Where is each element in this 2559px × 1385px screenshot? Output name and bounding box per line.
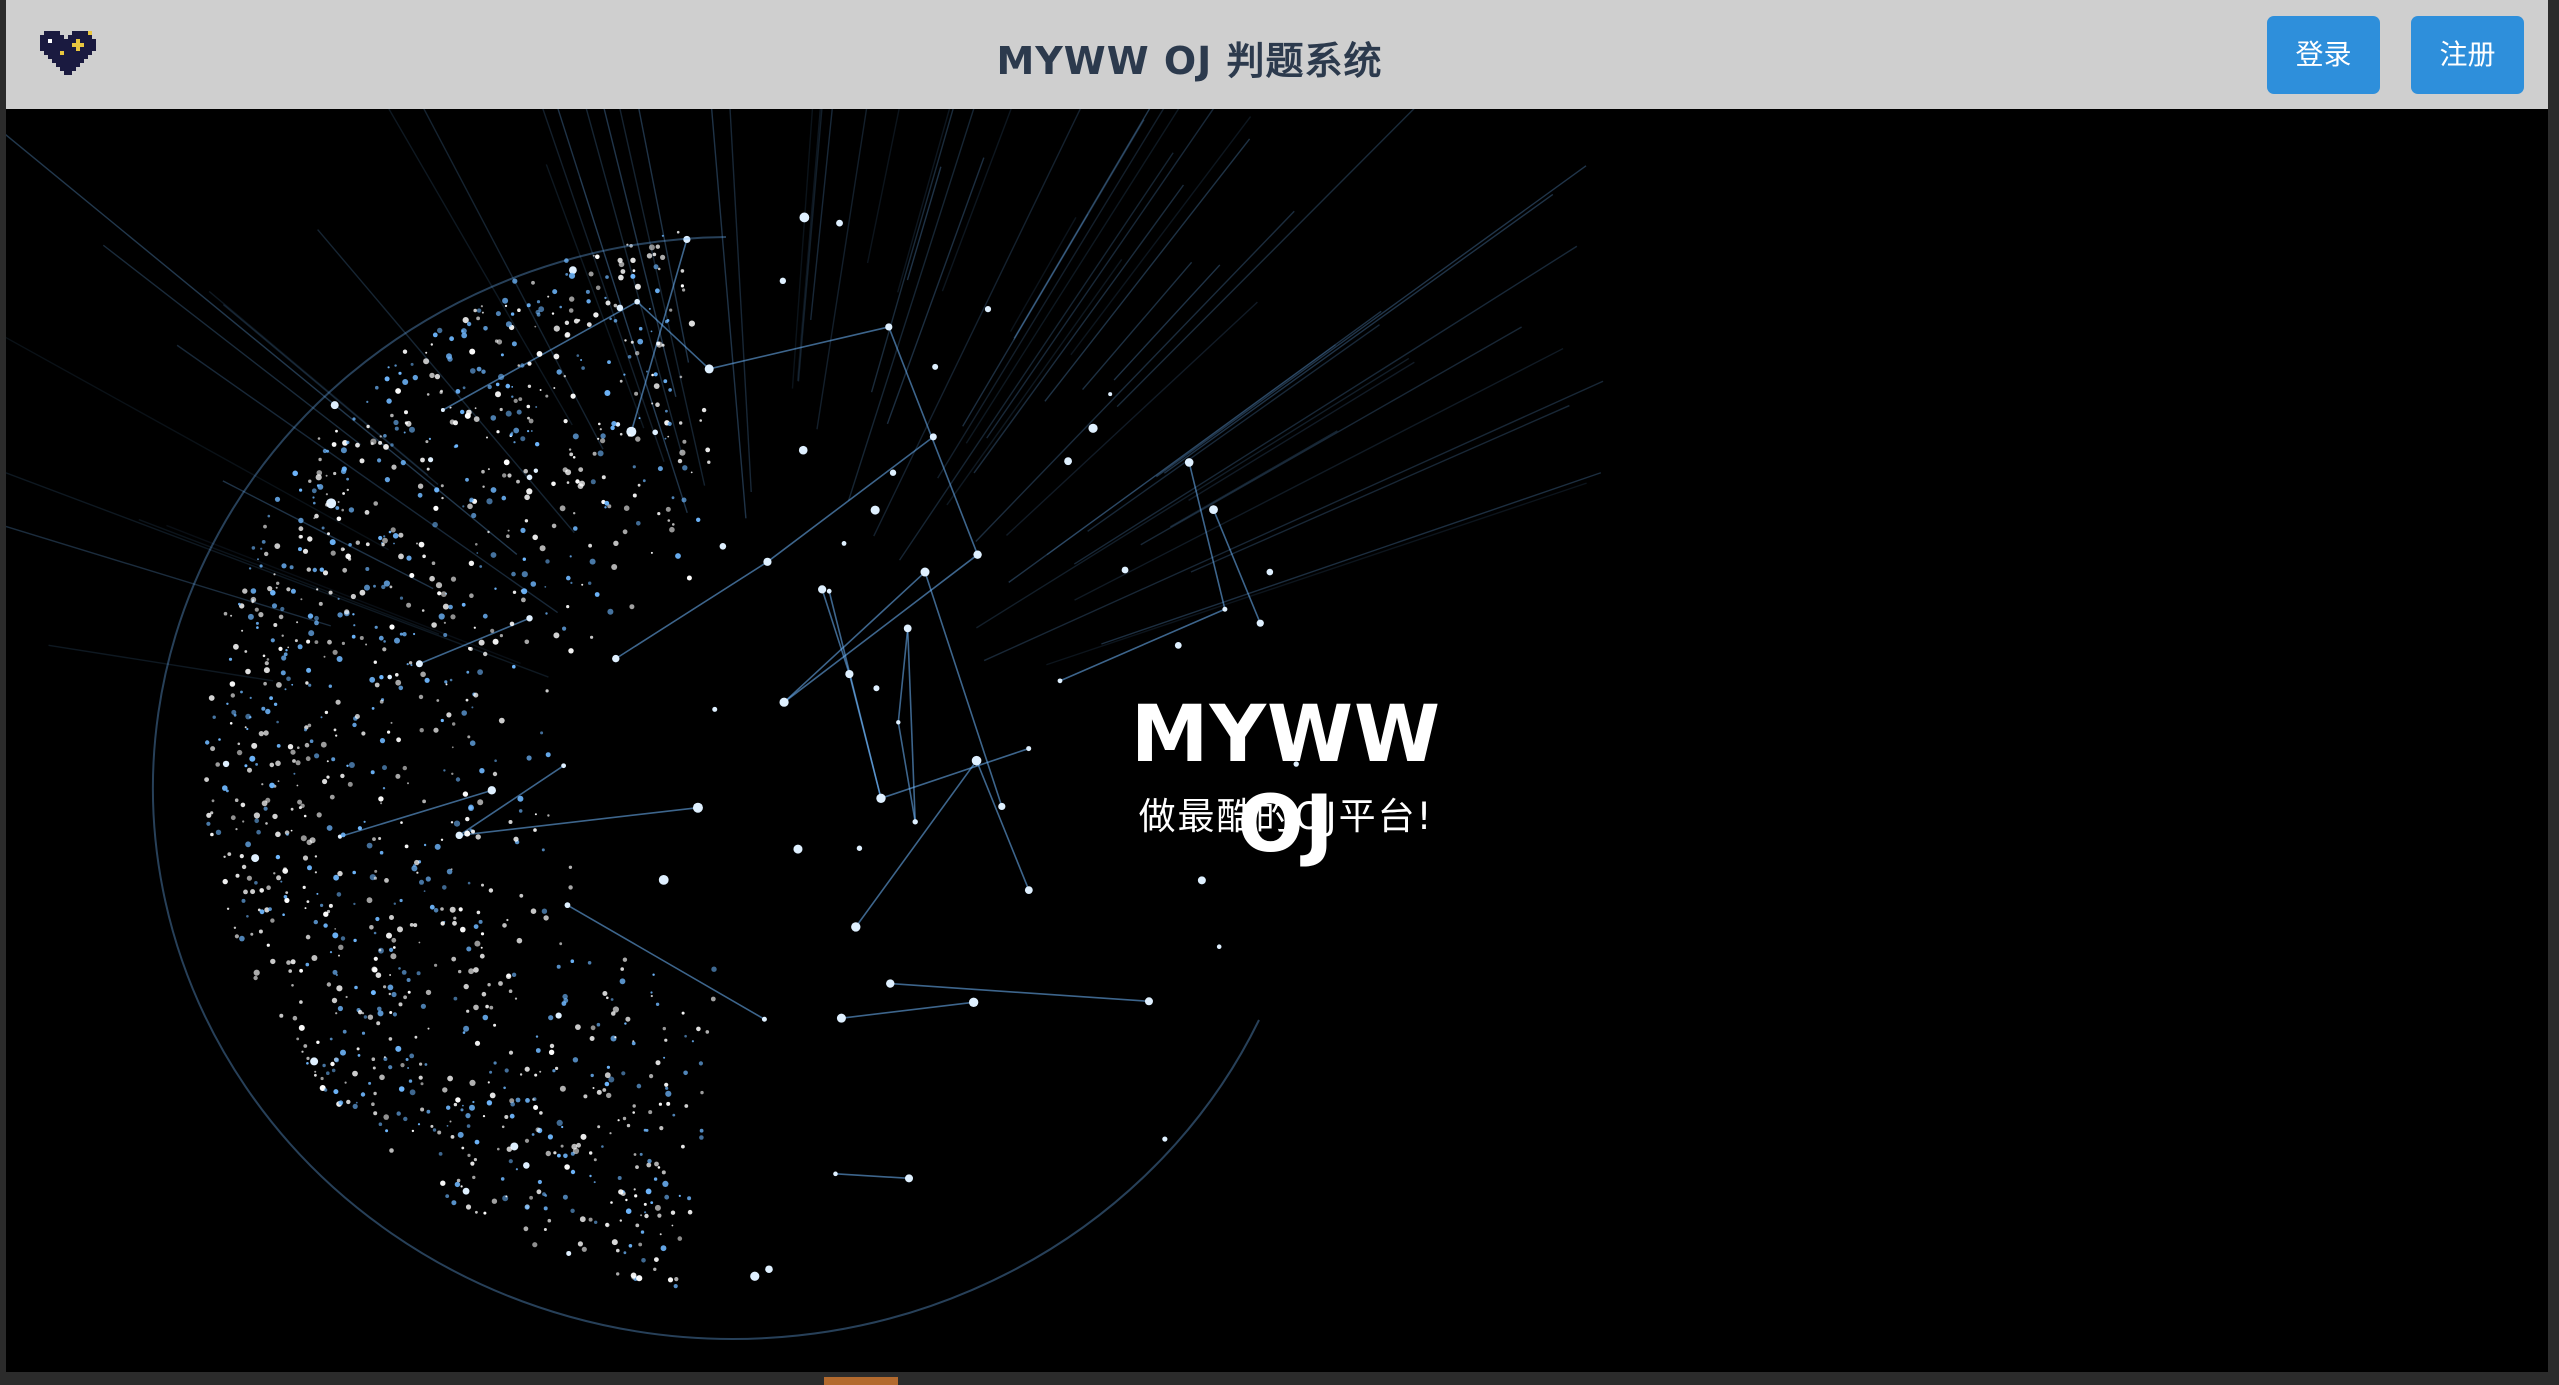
site-title: MYWW OJ 判题系统: [996, 39, 1383, 83]
bottom-status-strip: [0, 1372, 2559, 1385]
globe-network-background: [6, 0, 2548, 1372]
register-button[interactable]: 注册: [2411, 16, 2524, 94]
app-window: MYWW OJ 判题系统 登录 注册 MYWW OJ 做最酷的OJ平台!: [6, 0, 2548, 1372]
bottom-tab-indicator: [824, 1377, 898, 1385]
top-navbar: MYWW OJ 判题系统 登录 注册: [6, 0, 2548, 109]
login-button[interactable]: 登录: [2267, 16, 2380, 94]
